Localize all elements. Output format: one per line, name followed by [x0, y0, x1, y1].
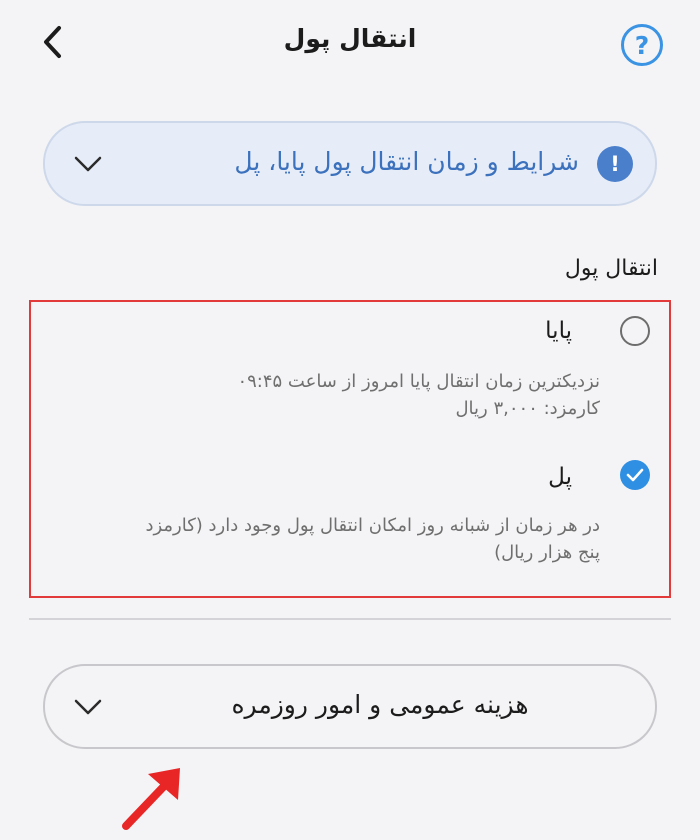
app-header: انتقال پول ?	[0, 0, 700, 84]
question-circle-icon: ?	[634, 30, 650, 60]
divider	[29, 618, 671, 620]
transfer-conditions-accordion[interactable]: ! شرایط و زمان انتقال پول پایا، پل	[43, 121, 657, 206]
transfer-section-title: انتقال پول	[564, 256, 658, 281]
expense-category-select[interactable]: هزینه عمومی و امور روزمره	[43, 664, 657, 749]
exclamation-circle-icon: !	[597, 146, 633, 182]
annotation-arrow-icon	[122, 768, 180, 830]
help-button[interactable]: ?	[621, 24, 663, 66]
paya-radio[interactable]	[620, 316, 650, 346]
pol-radio-checked[interactable]	[620, 460, 650, 490]
chevron-down-icon	[74, 699, 102, 715]
transfer-conditions-label: شرایط و زمان انتقال پول پایا، پل	[234, 147, 579, 176]
option-description: نزدیکترین زمان انتقال پایا امروز از ساعت…	[237, 371, 600, 419]
option-title: پل	[548, 464, 572, 490]
page-title: انتقال پول	[283, 24, 417, 53]
expense-category-label: هزینه عمومی و امور روزمره	[231, 690, 529, 719]
transfer-option-paya[interactable]: پایا نزدیکترین زمان انتقال پایا امروز از…	[30, 300, 670, 440]
chevron-down-icon	[74, 156, 102, 172]
option-title: پایا	[545, 318, 572, 344]
check-icon	[626, 468, 644, 482]
option-description: در هر زمان از شبانه روز امکان انتقال پول…	[145, 515, 600, 563]
transfer-option-pol[interactable]: پل در هر زمان از شبانه روز امکان انتقال …	[30, 448, 670, 593]
